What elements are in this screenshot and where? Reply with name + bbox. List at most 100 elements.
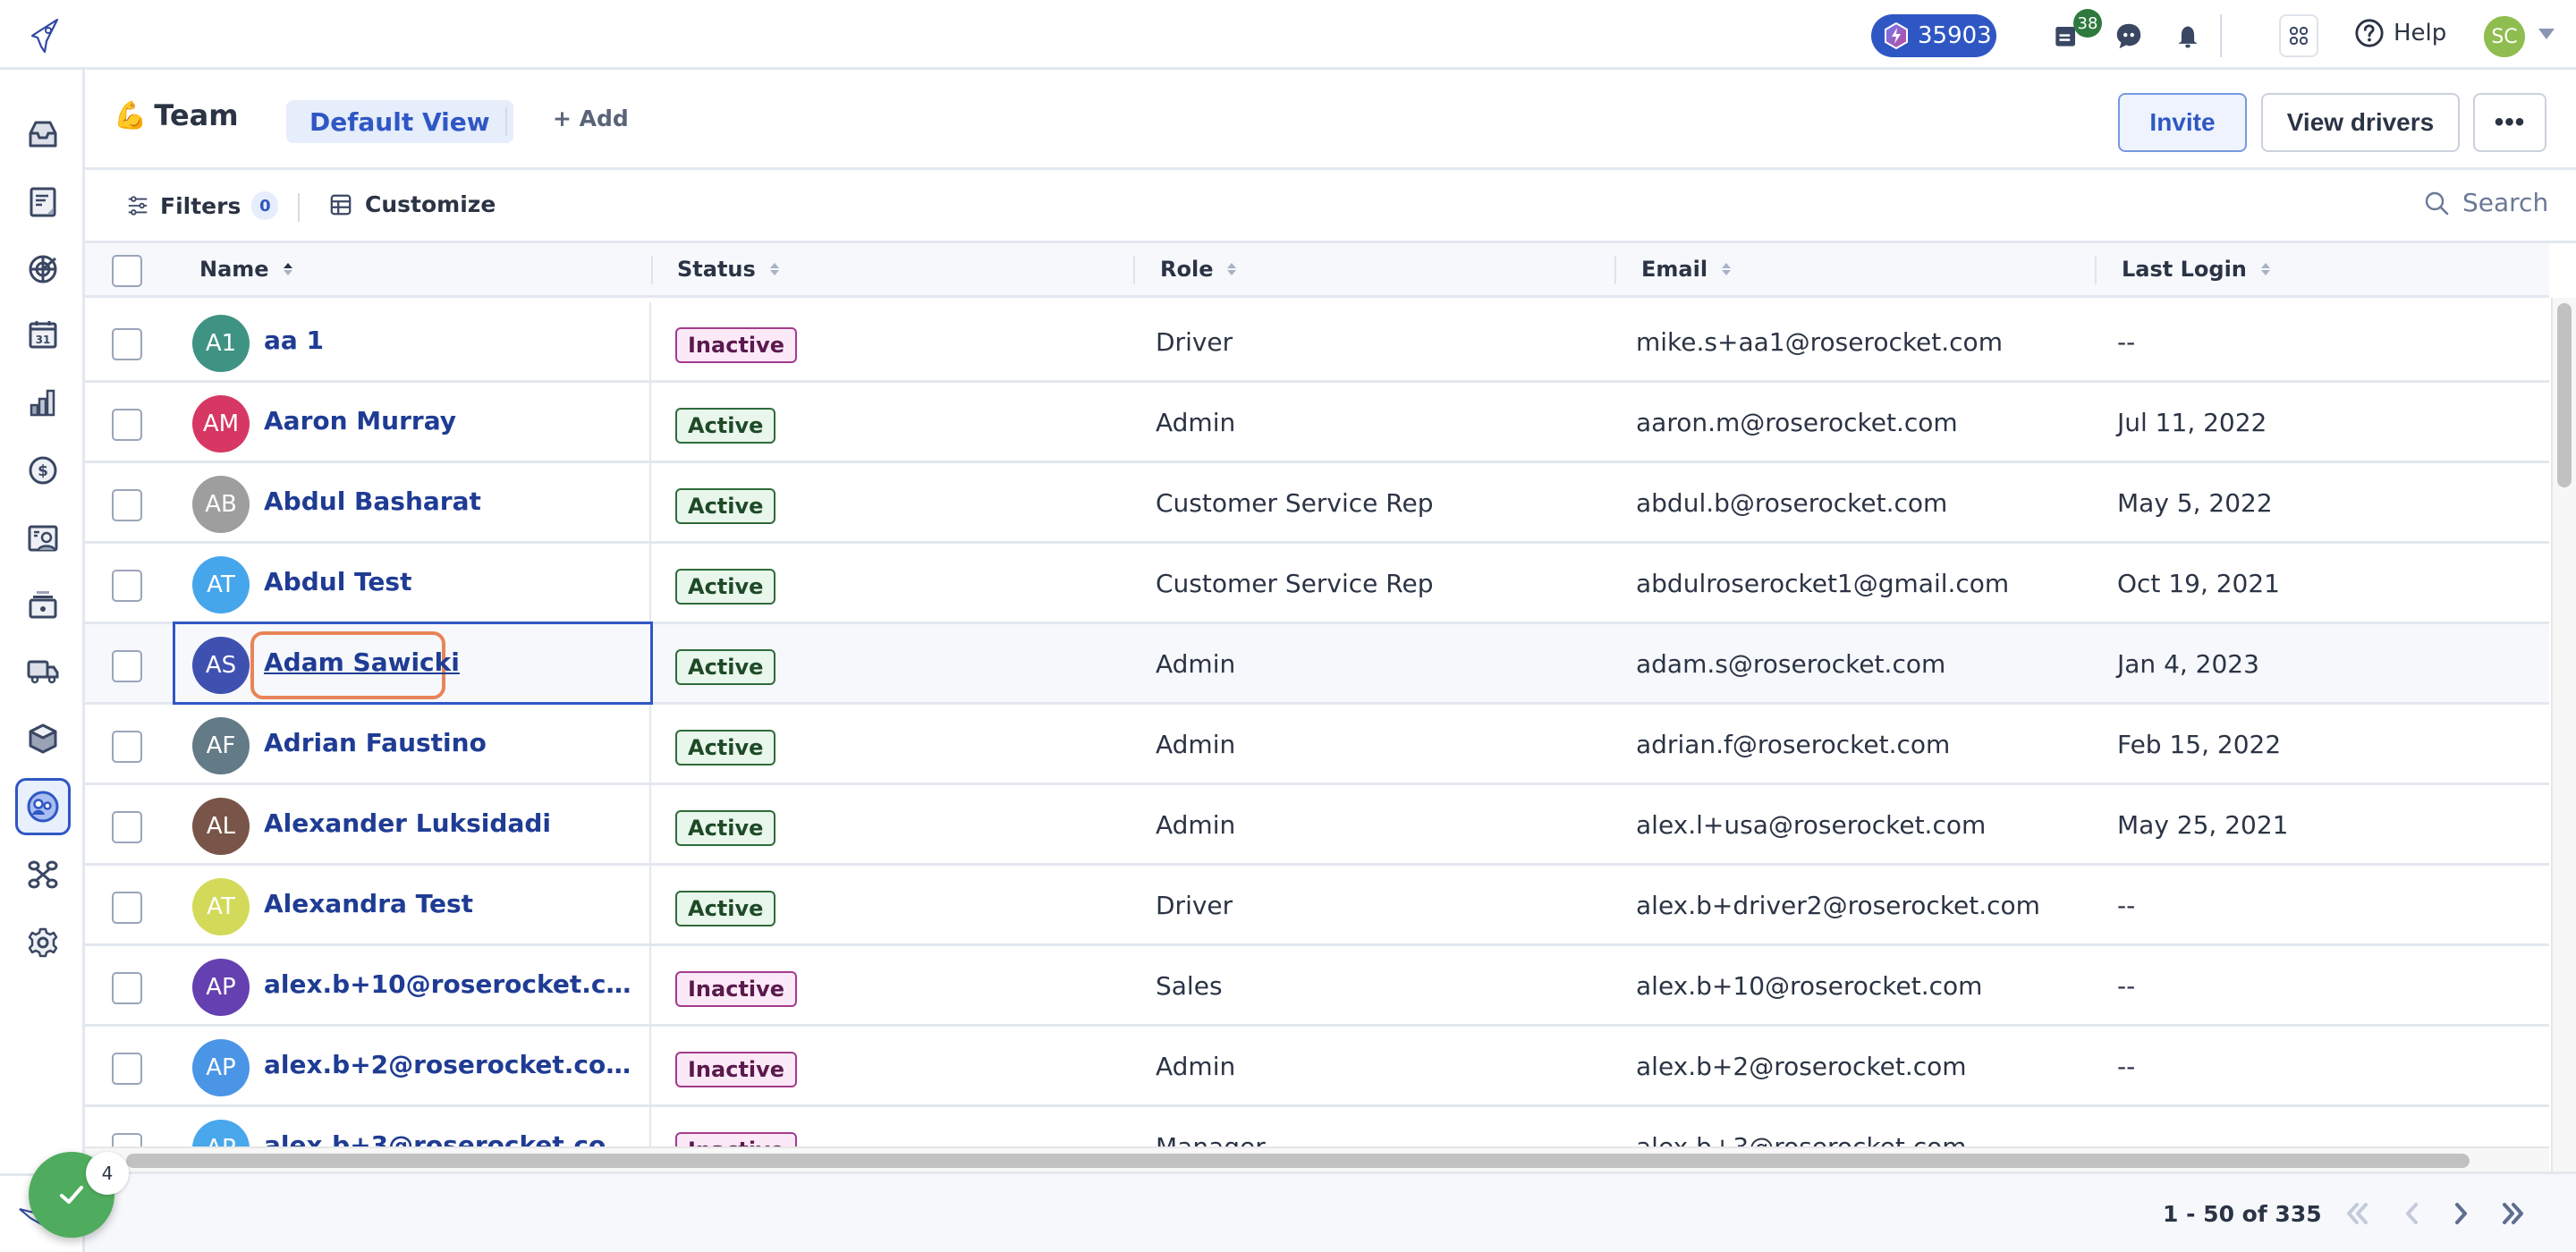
filters-button[interactable]: Filters 0 [126, 191, 279, 220]
table-row[interactable]: AT Alexandra Test Active Driver alex.b+drive… [85, 866, 2549, 946]
notifications-button[interactable] [2172, 20, 2204, 52]
status-badge: Inactive [675, 1052, 798, 1087]
role-cell: Driver [1156, 327, 1233, 357]
avatar: AL [192, 798, 250, 855]
warehouse-icon [29, 591, 57, 619]
user-name-link[interactable]: Abdul Test [264, 567, 411, 596]
sidebar-item-calendar[interactable]: 31 [15, 306, 71, 363]
email-cell: abdulroserocket1@gmail.com [1636, 569, 2010, 598]
invite-button[interactable]: Invite [2118, 93, 2247, 152]
sidebar-item-fleet[interactable] [15, 642, 71, 699]
name-cell [85, 302, 651, 383]
last-login-cell: -- [2117, 971, 2136, 1001]
last-login-cell: Jan 4, 2023 [2117, 649, 2259, 679]
help-button[interactable]: Help [2354, 18, 2446, 48]
table-row[interactable]: AS Adam Sawicki Active Admin adam.s@roserock… [85, 622, 2549, 705]
table-row[interactable]: AP alex.b+2@roserocket.com P... Inactive Ad… [85, 1027, 2549, 1107]
points-pill[interactable]: 35903 [1871, 14, 1996, 57]
sidebar-item-settings[interactable] [15, 914, 71, 971]
column-resizer[interactable] [1133, 256, 1135, 284]
email-cell: aaron.m@roserocket.com [1636, 408, 1958, 437]
user-avatar[interactable]: SC [2484, 16, 2525, 57]
network-icon [28, 860, 58, 889]
user-name-link[interactable]: Aaron Murray [264, 406, 456, 436]
previous-page-button[interactable] [2394, 1196, 2430, 1231]
column-resizer[interactable] [2095, 256, 2097, 284]
column-header-role[interactable]: Role [1160, 243, 1237, 295]
role-cell: Customer Service Rep [1156, 569, 1434, 598]
status-badge: Active [675, 569, 776, 605]
toolbar-divider [298, 193, 300, 222]
sort-icon [283, 263, 292, 275]
sliders-icon [128, 196, 148, 216]
role-cell: Admin [1156, 730, 1236, 759]
customize-button[interactable]: Customize [329, 191, 496, 217]
chat-button[interactable] [2113, 20, 2145, 52]
user-name-link[interactable]: Adrian Faustino [264, 728, 487, 757]
sidebar-item-orders[interactable] [15, 173, 71, 231]
column-header-name[interactable]: Name [199, 243, 292, 295]
table-row[interactable]: AB Abdul Basharat Active Customer Service R… [85, 463, 2549, 544]
column-header-status[interactable]: Status [677, 243, 779, 295]
sidebar-item-team[interactable] [15, 778, 71, 835]
user-name-link[interactable]: Alexandra Test [264, 889, 473, 918]
email-cell: abdul.b@roserocket.com [1636, 488, 1948, 518]
sort-icon [769, 263, 779, 275]
email-cell: alex.b+driver2@roserocket.com [1636, 891, 2040, 920]
team-icon [27, 791, 59, 823]
sidebar-item-billing[interactable]: $ [15, 442, 71, 499]
horizontal-scrollbar-thumb[interactable] [126, 1154, 2470, 1168]
table-row[interactable]: AF Adrian Faustino Active Admin adrian.f@ros… [85, 705, 2549, 785]
user-name-link[interactable]: Alexander Luksidadi [264, 808, 551, 838]
sidebar-item-inbox[interactable] [15, 106, 71, 163]
status-badge: Active [675, 408, 776, 444]
page-header: 💪 Team Default View + Add Invite View dr… [85, 70, 2576, 170]
table-row[interactable]: AP alex.b+10@roserocket.com ... Inactive Sa… [85, 946, 2549, 1027]
role-cell: Admin [1156, 408, 1236, 437]
sidebar-item-reports[interactable] [15, 374, 71, 431]
first-page-button[interactable] [2339, 1196, 2375, 1231]
more-options-button[interactable]: ••• [2473, 93, 2546, 152]
search-input[interactable] [2462, 188, 2552, 217]
column-resizer[interactable] [1614, 256, 1616, 284]
tab-default-view[interactable]: Default View [286, 100, 513, 143]
search-box[interactable] [2423, 188, 2552, 217]
chevron-down-icon[interactable] [2538, 29, 2555, 39]
vertical-scrollbar-thumb[interactable] [2557, 303, 2572, 487]
horizontal-scrollbar[interactable] [85, 1146, 2549, 1172]
sidebar-item-warehouse[interactable] [15, 576, 71, 633]
row-checkbox[interactable] [112, 650, 142, 682]
apps-button[interactable] [2279, 14, 2318, 57]
avatar: AB [192, 476, 250, 533]
table-row[interactable]: AT Abdul Test Active Customer Service Rep ab… [85, 544, 2549, 624]
view-drivers-button[interactable]: View drivers [2261, 93, 2460, 152]
column-resizer[interactable] [651, 256, 653, 284]
user-name-link[interactable]: aa 1 [264, 326, 324, 355]
table-row[interactable]: A1 aa 1 Inactive Driver mike.s+aa1@roserocke… [85, 302, 2549, 383]
table-layout-icon [330, 194, 352, 215]
add-view-button[interactable]: + Add [553, 106, 629, 131]
user-name-link[interactable]: Abdul Basharat [264, 486, 481, 516]
avatar: AT [192, 878, 250, 935]
avatar: AF [192, 717, 250, 774]
sidebar-item-tracking[interactable] [15, 240, 71, 297]
user-name-link[interactable]: Adam Sawicki [264, 647, 460, 677]
column-header-last-login[interactable]: Last Login [2122, 243, 2270, 295]
bar-chart-icon [30, 389, 55, 417]
last-page-button[interactable] [2496, 1196, 2531, 1231]
user-name-link[interactable]: alex.b+10@roserocket.com ... [264, 969, 640, 999]
next-page-button[interactable] [2443, 1196, 2479, 1231]
vertical-scrollbar[interactable] [2551, 298, 2576, 1172]
sidebar-item-integrations[interactable] [15, 846, 71, 903]
status-badge: Inactive [675, 971, 798, 1007]
sidebar-item-inventory[interactable] [15, 710, 71, 767]
table-row[interactable]: AL Alexander Luksidadi Active Admin alex.l+u… [85, 785, 2549, 866]
user-name-link[interactable]: alex.b+2@roserocket.com P... [264, 1050, 640, 1079]
rocket-logo-icon[interactable] [25, 16, 64, 55]
table-row[interactable]: AM Aaron Murray Active Admin aaron.m@roseroc… [85, 383, 2549, 463]
column-header-email[interactable]: Email [1641, 243, 1732, 295]
sidebar-item-contacts[interactable] [15, 510, 71, 567]
tasks-count-badge: 4 [86, 1152, 129, 1195]
select-all-checkbox[interactable] [112, 255, 142, 287]
page-title-text: Team [154, 98, 239, 132]
